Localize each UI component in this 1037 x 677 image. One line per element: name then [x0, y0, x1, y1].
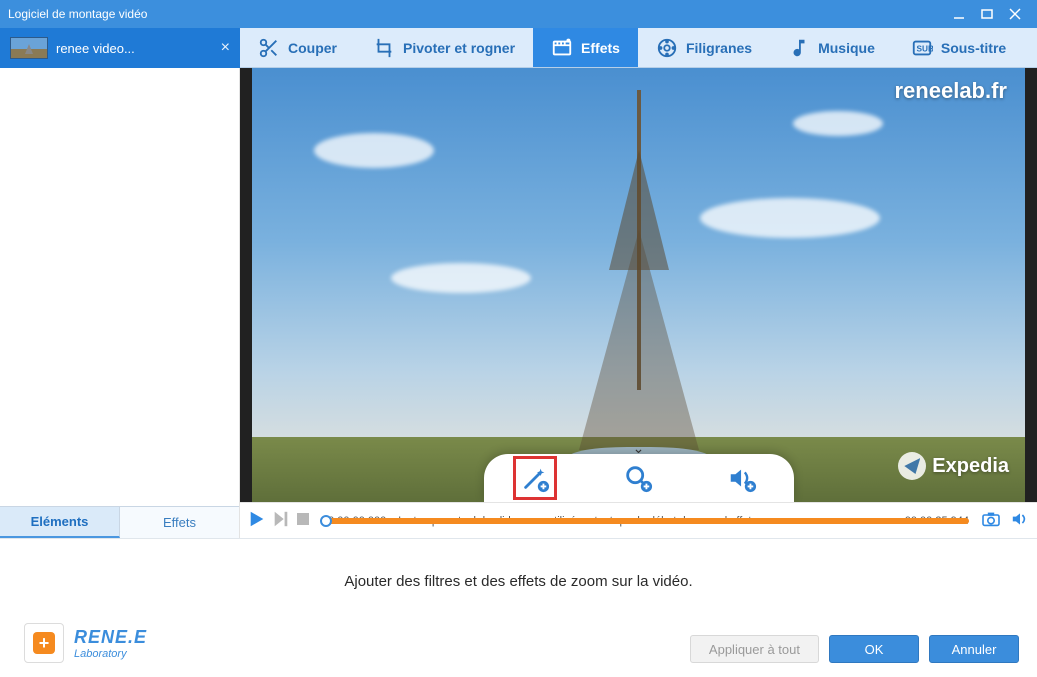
effects-popover: ⌄ — [484, 454, 794, 502]
cancel-button[interactable]: Annuler — [929, 635, 1019, 663]
subtitle-icon: SUB — [911, 37, 933, 59]
crop-rotate-icon — [373, 37, 395, 59]
logo-line2: Laboratory — [74, 648, 147, 660]
watermark-icon — [656, 37, 678, 59]
svg-text:SUB: SUB — [916, 44, 933, 53]
zoom-icon — [623, 463, 653, 493]
sidebar-tab-effects[interactable]: Effets — [120, 507, 239, 538]
button-row: Appliquer à tout OK Annuler — [690, 635, 1019, 663]
file-thumbnail-icon — [10, 37, 48, 59]
video-scene — [252, 68, 1025, 502]
snapshot-button[interactable] — [981, 511, 1001, 530]
toolbar-effects-label: Effets — [581, 40, 620, 56]
brand-logo: + RENE.E Laboratory — [24, 623, 147, 663]
preview-panel: reneelab.fr Expedia ⌄ — [240, 68, 1037, 538]
toolbar-subtitle-label: Sous-titre — [941, 40, 1006, 56]
file-tab[interactable]: renee video... × — [0, 28, 240, 68]
magic-wand-icon — [520, 463, 550, 493]
maximize-button[interactable] — [973, 4, 1001, 24]
apply-all-button[interactable]: Appliquer à tout — [690, 635, 819, 663]
apply-all-label: Appliquer à tout — [709, 642, 800, 657]
toolbar-rotate-label: Pivoter et rogner — [403, 40, 515, 56]
toolbar-watermark-label: Filigranes — [686, 40, 752, 56]
speaker-icon — [727, 463, 757, 493]
window-title: Logiciel de montage vidéo — [8, 7, 945, 21]
sidebar-tab-elements-label: Eléments — [31, 514, 89, 529]
close-button[interactable] — [1001, 4, 1029, 24]
toolbar: Couper Pivoter et rogner Effets Filigran… — [240, 28, 1037, 68]
info-text: Ajouter des filtres et des effets de zoo… — [0, 539, 1037, 590]
stop-button[interactable] — [296, 512, 310, 529]
add-audio-button[interactable] — [722, 458, 762, 498]
logo-badge-icon: + — [24, 623, 64, 663]
sidebar-tab-effects-label: Effets — [163, 515, 196, 530]
chevron-down-icon[interactable]: ⌄ — [633, 440, 645, 457]
minimize-button[interactable] — [945, 4, 973, 24]
title-bar: Logiciel de montage vidéo — [0, 0, 1037, 28]
toolbar-rotate-crop[interactable]: Pivoter et rogner — [355, 28, 533, 67]
toolbar-music-label: Musique — [818, 40, 875, 56]
toolbar-watermark[interactable]: Filigranes — [638, 28, 770, 67]
expedia-logo-icon — [898, 452, 926, 480]
file-tab-name: renee video... — [56, 41, 135, 56]
expedia-label: Expedia — [932, 455, 1009, 478]
sidebar-tabs: Eléments Effets — [0, 506, 239, 538]
sidebar-tab-elements[interactable]: Eléments — [0, 507, 120, 538]
watermark-bottom-right: Expedia — [898, 452, 1009, 480]
effects-icon — [551, 37, 573, 59]
ok-button[interactable]: OK — [829, 635, 919, 663]
music-note-icon — [788, 37, 810, 59]
toolbar-music[interactable]: Musique — [770, 28, 893, 67]
toolbar-cut[interactable]: Couper — [240, 28, 355, 67]
add-filter-button[interactable] — [515, 458, 555, 498]
logo-line1: RENE.E — [74, 627, 147, 648]
watermark-top-right: reneelab.fr — [895, 78, 1008, 104]
scissors-icon — [258, 37, 280, 59]
bottom-panel: Ajouter des filtres et des effets de zoo… — [0, 538, 1037, 677]
sidebar: Eléments Effets — [0, 68, 240, 538]
volume-button[interactable] — [1011, 511, 1029, 530]
timeline-thumb[interactable] — [320, 515, 332, 527]
step-forward-button[interactable] — [272, 510, 290, 531]
play-button[interactable] — [248, 510, 266, 531]
top-row: renee video... × Couper Pivoter et rogne… — [0, 28, 1037, 68]
toolbar-cut-label: Couper — [288, 40, 337, 56]
add-zoom-button[interactable] — [618, 458, 658, 498]
file-tab-close-icon[interactable]: × — [221, 39, 230, 57]
timeline-track[interactable] — [326, 518, 969, 524]
cancel-label: Annuler — [952, 642, 997, 657]
video-preview[interactable]: reneelab.fr Expedia ⌄ — [252, 68, 1025, 502]
main-area: Eléments Effets reneelab.fr Expedia — [0, 68, 1037, 538]
ok-label: OK — [865, 642, 884, 657]
toolbar-effects[interactable]: Effets — [533, 28, 638, 67]
toolbar-subtitle[interactable]: SUB Sous-titre — [893, 28, 1024, 67]
